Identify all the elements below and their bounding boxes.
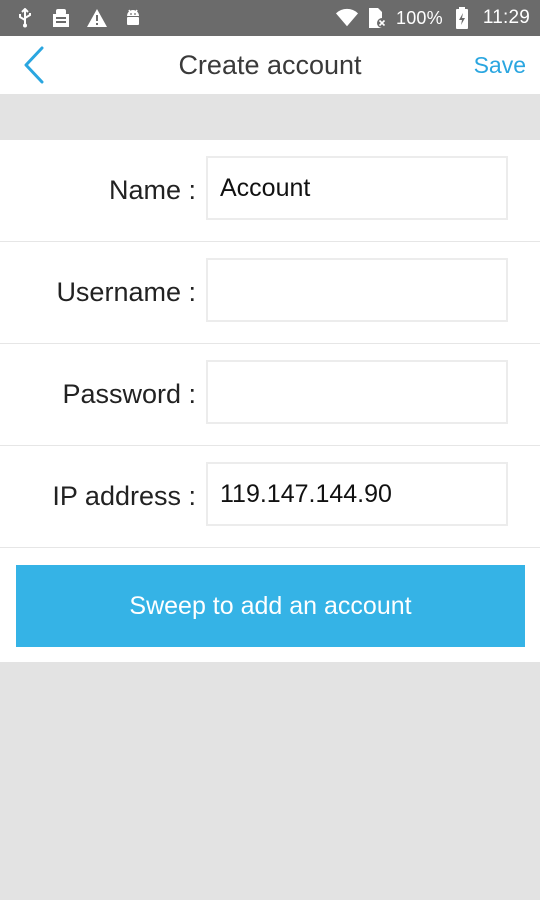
ip-address-row: IP address : xyxy=(0,446,540,548)
password-label: Password : xyxy=(62,379,196,409)
status-time: 11:29 xyxy=(482,7,530,28)
status-bar: 100% 11:29 xyxy=(0,0,540,36)
battery-icon xyxy=(451,7,473,29)
name-row: Name : xyxy=(0,140,540,242)
username-field[interactable] xyxy=(206,258,508,322)
wifi-icon xyxy=(336,7,359,29)
username-label: Username : xyxy=(56,277,196,307)
section-spacer xyxy=(0,94,540,140)
back-button[interactable] xyxy=(14,45,54,85)
ip-address-label: IP address : xyxy=(52,481,196,511)
password-field[interactable] xyxy=(206,360,508,424)
debug-icon xyxy=(50,7,72,29)
chevron-left-icon xyxy=(24,46,44,84)
android-icon xyxy=(122,7,144,29)
battery-percent: 100% xyxy=(396,7,443,28)
name-field[interactable] xyxy=(206,156,508,220)
status-icons-right: 100% 11:29 xyxy=(336,7,530,29)
username-row: Username : xyxy=(0,242,540,344)
account-form: Name : Username : Password : IP address … xyxy=(0,140,540,662)
status-icons-left xyxy=(14,7,144,29)
password-row: Password : xyxy=(0,344,540,446)
name-label: Name : xyxy=(108,175,196,205)
usb-icon xyxy=(14,7,36,29)
page-title: Create account xyxy=(178,49,362,80)
warning-icon xyxy=(86,7,108,29)
no-sim-icon xyxy=(366,7,388,29)
ip-address-field[interactable] xyxy=(206,462,508,526)
app-bar: Create account Save xyxy=(0,36,540,94)
sweep-to-add-account-button[interactable]: Sweep to add an account xyxy=(16,565,525,647)
save-button[interactable]: Save xyxy=(474,36,526,94)
